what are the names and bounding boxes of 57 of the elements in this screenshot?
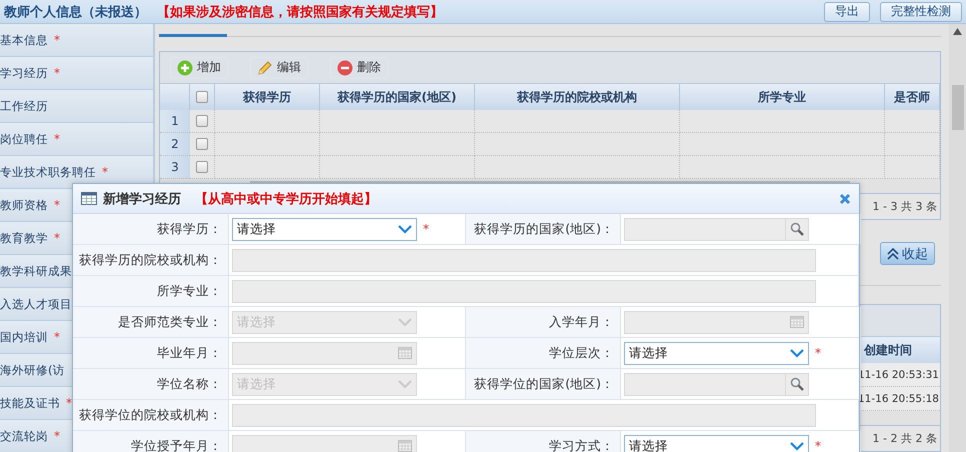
required-mark: * (54, 231, 60, 245)
field-label: 获得学历： (73, 214, 229, 244)
sidebar-label: 专业技术职务聘任 (0, 164, 96, 180)
required-mark: * (54, 66, 60, 80)
field-label: 学位层次： (466, 338, 621, 368)
field-label: 学位名称： (73, 369, 229, 399)
notice-text: 【如果涉及涉密信息，请按照国家有关规定填写】 (157, 4, 443, 20)
row-number: 3 (160, 156, 190, 179)
sidebar-label: 工作经历 (0, 98, 48, 114)
select-value: 请选择 (629, 438, 668, 452)
sidebar-label: 基本信息 (0, 32, 48, 48)
required-mark: * (54, 198, 60, 212)
sidebar-label: 国内培训 (0, 330, 48, 344)
sidebar-label: 教育教学 (0, 230, 48, 246)
column-header: 是否师 (885, 84, 940, 110)
field-label: 获得学位的国家(地区)： (466, 369, 621, 399)
dialog-note: 【从高中或中专学历开始填起】 (195, 190, 377, 208)
sidebar-label: 教学科研成果 (0, 264, 72, 278)
required-mark: * (815, 439, 821, 452)
select-value: 请选择 (629, 344, 668, 362)
field-label: 学位授予年月： (73, 431, 229, 452)
row-number: 2 (160, 133, 190, 156)
required-mark: * (66, 396, 72, 410)
pager-text: 1 - 3 共 3 条 (872, 199, 937, 214)
required-mark: * (54, 330, 60, 344)
field-label: 获得学历的国家(地区)： (466, 214, 621, 244)
sidebar-label: 海外研修(访 (0, 362, 64, 378)
page-title: 教师个人信息（未报送） (4, 4, 147, 20)
required-mark: * (815, 346, 821, 360)
field-label: 入学年月： (466, 307, 621, 337)
row-number: 1 (160, 110, 190, 133)
sidebar-label: 学习经历 (0, 66, 48, 80)
column-header: 获得学历的国家(地区) (320, 84, 475, 110)
table-cell-text: 11-16 20:55:18 (858, 392, 940, 406)
pager-text: 1 - 2 共 2 条 (872, 431, 937, 446)
field-label: 学习方式： (466, 431, 621, 452)
sidebar-label: 教师资格 (0, 198, 48, 212)
required-mark: * (423, 222, 429, 236)
column-header: 获得学历 (215, 84, 320, 110)
select-value: 请选择 (237, 220, 276, 238)
sidebar-label: 入选人才项目 (0, 296, 72, 312)
required-mark: * (54, 33, 60, 47)
field-label: 是否师范类专业： (73, 307, 229, 337)
required-mark: * (54, 429, 60, 443)
column-header: 获得学历的院校或机构 (475, 84, 680, 110)
column-header: 所学专业 (680, 84, 885, 110)
field-label: 毕业年月： (73, 338, 229, 368)
sidebar-label: 技能及证书 (0, 396, 60, 410)
sidebar-label: 岗位聘任 (0, 132, 48, 146)
dialog-title: 新增学习经历 (103, 190, 181, 208)
field-label: 获得学位的院校或机构： (73, 400, 229, 430)
field-label: 获得学历的院校或机构： (73, 245, 229, 275)
field-label: 所学专业： (73, 276, 229, 306)
required-mark: * (102, 165, 108, 179)
column-header: 创建时间 (864, 342, 913, 358)
sidebar-label: 交流轮岗 (0, 428, 48, 444)
required-mark: * (54, 132, 60, 146)
